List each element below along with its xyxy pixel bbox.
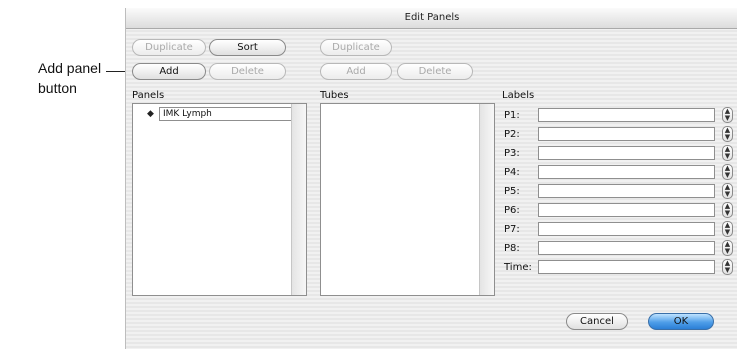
label-field-p4[interactable]	[538, 165, 715, 179]
label-field-p7[interactable]	[538, 222, 715, 236]
tubes-delete-button[interactable]: Delete	[397, 63, 473, 80]
tubes-add-button[interactable]: Add	[320, 63, 392, 80]
panels-add-button[interactable]: Add	[132, 63, 206, 80]
panels-header: Panels	[132, 90, 165, 101]
tubes-scrollbar[interactable]	[479, 104, 494, 295]
list-item[interactable]: ◆ IMK Lymph	[147, 107, 293, 121]
callout-annotation: Add panel button	[38, 60, 102, 96]
window-title: Edit Panels	[126, 8, 737, 29]
stepper-icon[interactable]: ▲ ▼	[722, 202, 733, 218]
stepper-icon[interactable]: ▲ ▼	[722, 221, 733, 237]
label-field-p8[interactable]	[538, 241, 715, 255]
label-field-time[interactable]	[538, 260, 715, 274]
panels-delete-button[interactable]: Delete	[209, 63, 286, 80]
label-name: P4:	[504, 167, 520, 178]
label-name: P8:	[504, 243, 520, 254]
stepper-icon[interactable]: ▲ ▼	[722, 164, 733, 180]
label-field-p6[interactable]	[538, 203, 715, 217]
label-field-p3[interactable]	[538, 146, 715, 160]
label-field-p2[interactable]	[538, 127, 715, 141]
ok-button[interactable]: OK	[648, 313, 714, 330]
labels-header: Labels	[502, 90, 535, 101]
panels-list[interactable]: ◆ IMK Lymph	[132, 103, 307, 296]
label-name: P2:	[504, 129, 520, 140]
label-name: P5:	[504, 186, 520, 197]
label-name: P7:	[504, 224, 520, 235]
label-field-p1[interactable]	[538, 108, 715, 122]
panels-scrollbar[interactable]	[291, 104, 306, 295]
stepper-icon[interactable]: ▲ ▼	[722, 259, 733, 275]
disclosure-diamond-icon: ◆	[147, 109, 154, 119]
stepper-icon[interactable]: ▲ ▼	[722, 145, 733, 161]
stepper-icon[interactable]: ▲ ▼	[722, 183, 733, 199]
panels-duplicate-button[interactable]: Duplicate	[132, 39, 206, 56]
panel-name[interactable]: IMK Lymph	[159, 107, 293, 121]
stepper-icon[interactable]: ▲ ▼	[722, 107, 733, 123]
tubes-list[interactable]	[320, 103, 495, 296]
tubes-header: Tubes	[320, 90, 349, 101]
stepper-icon[interactable]: ▲ ▼	[722, 126, 733, 142]
label-name: P1:	[504, 110, 520, 121]
stepper-icon[interactable]: ▲ ▼	[722, 240, 733, 256]
label-name: P6:	[504, 205, 520, 216]
cancel-button[interactable]: Cancel	[566, 313, 628, 330]
edit-panels-window: Edit Panels Duplicate Sort Add Delete Du…	[125, 8, 737, 349]
tubes-duplicate-button[interactable]: Duplicate	[320, 39, 392, 56]
label-field-p5[interactable]	[538, 184, 715, 198]
label-name: P3:	[504, 148, 520, 159]
label-name: Time:	[504, 262, 532, 273]
panels-sort-button[interactable]: Sort	[209, 39, 286, 56]
